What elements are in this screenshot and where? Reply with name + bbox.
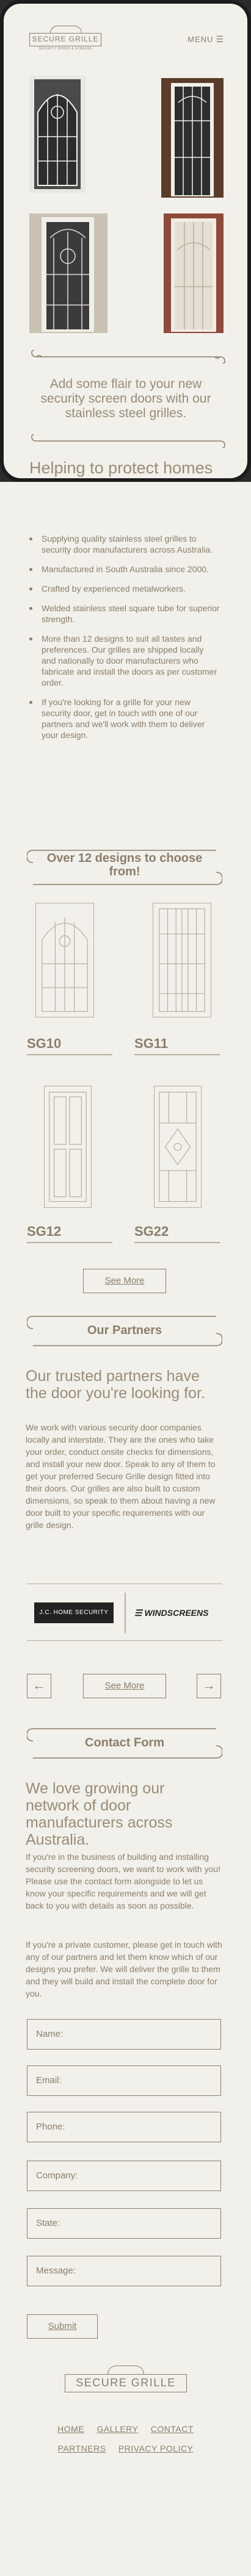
partners-banner-text: Our Partners bbox=[87, 1324, 162, 1337]
logo-subtext: SECURITY DOORS & SCREENS bbox=[38, 47, 92, 51]
site-header: SECURE GRILLE SECURITY DOORS & SCREENS M… bbox=[4, 4, 247, 63]
feature-item: Supplying quality stainless steel grille… bbox=[26, 533, 220, 555]
design-divider bbox=[134, 1054, 220, 1055]
scroll-divider-top bbox=[31, 350, 225, 364]
design-sg11-name: SG11 bbox=[134, 1036, 169, 1051]
feature-item: If you're looking for a grille for your … bbox=[26, 697, 220, 741]
gallery-photo-2[interactable] bbox=[161, 78, 224, 198]
windscreens-stripes-icon: ☰ bbox=[134, 1608, 142, 1618]
footer-link-contact[interactable]: CONTACT bbox=[151, 2424, 194, 2434]
door-photo-graphic bbox=[29, 213, 107, 333]
partners-see-more-button[interactable]: See More bbox=[83, 1674, 166, 1698]
partner-logo-text: WINDSCREENS bbox=[144, 1608, 209, 1618]
designs-banner-text: Over 12 designs to choose from! bbox=[46, 852, 203, 878]
door-photo-graphic bbox=[164, 213, 224, 333]
page-continuation: Supplying quality stainless steel grille… bbox=[0, 482, 251, 2576]
design-sg10-name: SG10 bbox=[27, 1036, 62, 1051]
design-divider bbox=[27, 1054, 112, 1055]
partners-prev-button[interactable]: ← bbox=[27, 1674, 51, 1698]
name-field[interactable]: Name: bbox=[27, 2019, 221, 2050]
hamburger-icon: ☰ bbox=[216, 34, 224, 44]
footer-link-privacy-policy[interactable]: PRIVACY POLICY bbox=[118, 2444, 193, 2453]
design-sg22-image[interactable] bbox=[154, 1086, 202, 1208]
contact-heading: We love growing our network of door manu… bbox=[26, 1780, 173, 1848]
partner-logo-jc-home-security[interactable]: J.C. HOME SECURITY bbox=[34, 1602, 114, 1623]
gallery-photo-1[interactable] bbox=[29, 76, 85, 193]
footer-link-gallery[interactable]: GALLERY bbox=[97, 2424, 139, 2434]
design-sg12-image[interactable] bbox=[44, 1086, 92, 1208]
partners-body: We work with various security door compa… bbox=[26, 1423, 216, 1530]
design-sg10-image[interactable] bbox=[35, 903, 94, 1017]
door-photo-graphic bbox=[161, 78, 224, 198]
feature-list: Supplying quality stainless steel grille… bbox=[26, 533, 220, 749]
design-sg11-image[interactable] bbox=[153, 903, 211, 1017]
footer-logo-arch bbox=[107, 2366, 144, 2374]
contact-body-business: If you're in the business of building an… bbox=[26, 1852, 221, 1910]
company-field[interactable]: Company: bbox=[27, 2161, 221, 2191]
logo-text: SECURE GRILLE bbox=[29, 33, 101, 46]
grille-sg10-graphic bbox=[42, 917, 88, 1012]
design-sg12-name: SG12 bbox=[27, 1224, 62, 1239]
partners-banner: Our Partners bbox=[27, 1314, 222, 1348]
footer-logo-text: SECURE GRILLE bbox=[65, 2374, 187, 2392]
design-divider bbox=[27, 1242, 112, 1243]
phone-field[interactable]: Phone: bbox=[27, 2112, 221, 2142]
email-field[interactable]: Email: bbox=[27, 2065, 221, 2096]
door-photo-graphic bbox=[29, 76, 85, 193]
state-field[interactable]: State: bbox=[27, 2208, 221, 2239]
menu-button[interactable]: MENU ☰ bbox=[187, 34, 224, 45]
designs-see-more-button[interactable]: See More bbox=[83, 1269, 166, 1293]
scroll-divider-bottom bbox=[31, 434, 225, 448]
feature-item: Welded stainless steel square tube for s… bbox=[26, 603, 220, 625]
grille-sg12-graphic bbox=[49, 1091, 87, 1202]
logo-arch bbox=[50, 26, 82, 33]
designs-banner: Over 12 designs to choose from! bbox=[27, 848, 222, 887]
contact-banner: Contact Form bbox=[27, 1726, 222, 1760]
message-field[interactable]: Message: bbox=[27, 2256, 221, 2286]
contact-body-private: If you're a private customer, please get… bbox=[26, 1940, 222, 1998]
grille-sg11-graphic bbox=[159, 908, 205, 1012]
submit-button[interactable]: Submit bbox=[27, 2314, 98, 2339]
footer-nav-row1: HOME GALLERY CONTACT bbox=[0, 2424, 251, 2434]
gallery-photo-4[interactable] bbox=[164, 213, 224, 333]
footer-logo[interactable]: SECURE GRILLE bbox=[65, 2366, 187, 2402]
feature-item: Manufactured in South Australia since 20… bbox=[26, 564, 220, 575]
partners-heading: Our trusted partners have the door you'r… bbox=[26, 1368, 205, 1402]
footer-link-partners[interactable]: PARTNERS bbox=[58, 2444, 106, 2453]
intro-subheading: Helping to protect homes across Australi… bbox=[29, 459, 213, 478]
gallery-photo-3[interactable] bbox=[29, 213, 107, 333]
partner-logo-windscreens[interactable]: ☰ WINDSCREENS bbox=[134, 1604, 213, 1622]
feature-item: Crafted by experienced metalworkers. bbox=[26, 583, 220, 594]
design-sg22-name: SG22 bbox=[134, 1224, 169, 1239]
footer-nav-row2: PARTNERS PRIVACY POLICY bbox=[0, 2444, 251, 2453]
grille-sg22-graphic bbox=[159, 1091, 197, 1202]
design-divider bbox=[134, 1242, 220, 1243]
partners-next-button[interactable]: → bbox=[197, 1674, 221, 1698]
footer-link-home[interactable]: HOME bbox=[57, 2424, 84, 2434]
phone-frame: SECURE GRILLE SECURITY DOORS & SCREENS M… bbox=[0, 0, 251, 482]
contact-banner-text: Contact Form bbox=[85, 1736, 164, 1749]
intro-heading: Add some flair to your new security scre… bbox=[40, 377, 211, 420]
site-logo[interactable]: SECURE GRILLE SECURITY DOORS & SCREENS bbox=[29, 24, 101, 51]
partner-divider bbox=[125, 1593, 126, 1633]
menu-label: MENU bbox=[187, 35, 214, 44]
feature-item: More than 12 designs to suit all tastes … bbox=[26, 633, 220, 688]
partners-logos: J.C. HOME SECURITY ☰ WINDSCREENS bbox=[27, 1584, 222, 1641]
